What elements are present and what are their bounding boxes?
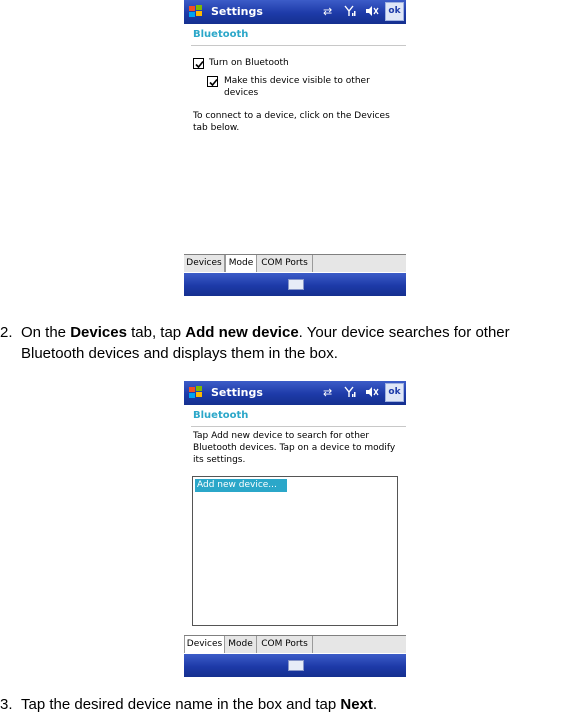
signal-icon[interactable] [344,5,356,21]
step-2-add-device-bold: Add new device [185,324,299,341]
checkmark-icon [195,60,204,69]
section-divider [191,45,406,46]
volume-muted-icon[interactable] [365,386,379,402]
step-2-line1: On the Devices tab, tap Add new device. … [21,322,510,343]
step-2-number: 2. [0,324,13,341]
section-title: Bluetooth [193,29,249,40]
tab-devices[interactable]: Devices [184,255,225,272]
signal-icon[interactable] [344,386,356,402]
info-text-line1: To connect to a device, click on the Dev… [193,111,390,121]
step-3-text-1: Tap the desired device name in the box a… [21,696,341,713]
step-3-line1: Tap the desired device name in the box a… [21,694,377,715]
step-3-next-bold: Next [340,696,373,713]
visible-device-label-line1: Make this device visible to other [224,76,370,86]
step-2-line2: Bluetooth devices and displays them in t… [21,345,338,362]
tab-bar: Devices Mode COM Ports [184,635,406,654]
device-list[interactable]: Add new device... [192,476,398,626]
turn-on-bluetooth-label: Turn on Bluetooth [209,58,289,68]
title-bar: Settings ⇄ ok [184,0,406,24]
connectivity-icon[interactable]: ⇄ [323,386,332,400]
info-text-line2: tab below. [193,123,240,133]
step-3-text-2: . [372,696,378,713]
step-3-number: 3. [0,696,13,713]
step-2-text-2: tab, tap [126,324,186,341]
app-title: Settings [211,386,263,399]
info-text-line1: Tap Add new device to search for other [193,431,370,441]
screenshot-bluetooth-devices: Settings ⇄ ok Bluetooth Tap Add new devi… [184,381,406,677]
step-2-text-3: . Your device searches for other [298,324,510,341]
keyboard-icon[interactable] [288,660,304,671]
tab-bar: Devices Mode COM Ports [184,254,406,273]
info-text-line2: Bluetooth devices. Tap on a device to mo… [193,443,396,453]
section-title: Bluetooth [193,410,249,421]
checkmark-icon [209,78,218,87]
screenshot-bluetooth-mode: Settings ⇄ ok Bluetooth Turn on Bluetoot… [184,0,406,296]
tab-com-ports[interactable]: COM Ports [257,255,313,272]
windows-start-icon[interactable] [187,384,205,402]
visible-device-label-line2: devices [224,88,259,98]
step-2-text-1: On the [21,324,71,341]
menu-bar [184,654,406,677]
tab-mode[interactable]: Mode [225,636,257,653]
turn-on-bluetooth-checkbox[interactable] [193,58,204,69]
keyboard-icon[interactable] [288,279,304,290]
title-bar: Settings ⇄ ok [184,381,406,405]
info-text-line3: its settings. [193,455,246,465]
windows-start-icon[interactable] [187,3,205,21]
visible-device-checkbox[interactable] [207,76,218,87]
app-title: Settings [211,5,263,18]
connectivity-icon[interactable]: ⇄ [323,5,332,19]
add-new-device-item[interactable]: Add new device... [195,479,287,492]
tab-devices[interactable]: Devices [184,636,225,653]
ok-button[interactable]: ok [385,383,404,402]
menu-bar [184,273,406,296]
tab-mode[interactable]: Mode [225,255,257,272]
tab-bar-fill [313,636,406,653]
step-2-devices-bold: Devices [70,324,127,341]
section-divider [191,426,406,427]
tab-bar-fill [313,255,406,272]
ok-button[interactable]: ok [385,2,404,21]
volume-muted-icon[interactable] [365,5,379,21]
tab-com-ports[interactable]: COM Ports [257,636,313,653]
